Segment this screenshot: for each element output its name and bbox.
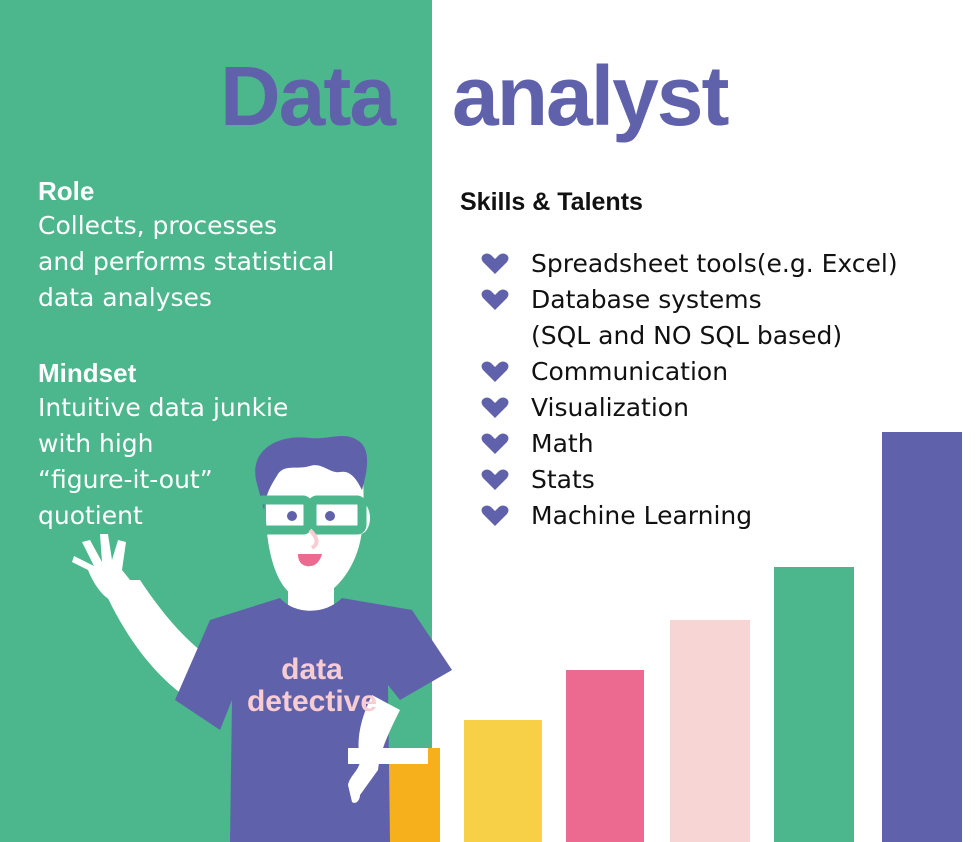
waving-hand <box>72 534 135 604</box>
skill-label: Visualization <box>531 393 689 422</box>
left-eye <box>287 511 297 521</box>
skill-label: Spreadsheet tools(e.g. Excel) <box>531 249 898 278</box>
data-detective-illustration <box>72 435 452 842</box>
skill-label: Stats <box>531 465 595 494</box>
skill-label: Machine Learning <box>531 501 753 530</box>
role-heading: Role <box>38 176 95 206</box>
heart-icon <box>481 289 509 310</box>
title-word-analyst: analyst <box>452 49 729 143</box>
heart-icon <box>481 253 509 274</box>
page-title: Data analyst <box>0 48 980 148</box>
decorative-bar-light-pink <box>670 620 750 842</box>
role-section: Role Collects, processes and performs st… <box>38 174 418 316</box>
skill-label: Database systems (SQL and NO SQL based) <box>531 285 843 350</box>
leaning-forearm <box>348 748 428 764</box>
heart-icon <box>481 397 509 418</box>
decorative-bar-purple <box>882 432 962 842</box>
t-shirt <box>175 598 452 842</box>
heart-icon <box>481 505 509 526</box>
decorative-bar-green <box>774 567 854 842</box>
skill-item: Spreadsheet tools(e.g. Excel) <box>478 246 978 282</box>
heart-icon <box>481 361 509 382</box>
skill-label: Math <box>531 429 594 458</box>
heart-icon <box>481 433 509 454</box>
shirt-text: data detective <box>246 653 378 718</box>
heart-icon <box>481 469 509 490</box>
skill-item: Database systems (SQL and NO SQL based) <box>478 282 978 354</box>
mindset-heading: Mindset <box>38 358 137 388</box>
right-eye <box>325 511 335 521</box>
skills-heading: Skills & Talents <box>460 188 643 216</box>
title-word-data: Data <box>220 49 396 143</box>
skill-label: Communication <box>531 357 729 386</box>
role-description: Collects, processes and performs statist… <box>38 211 335 312</box>
skill-item: Visualization <box>478 390 978 426</box>
skill-item: Communication <box>478 354 978 390</box>
decorative-bar-pink <box>566 670 644 842</box>
